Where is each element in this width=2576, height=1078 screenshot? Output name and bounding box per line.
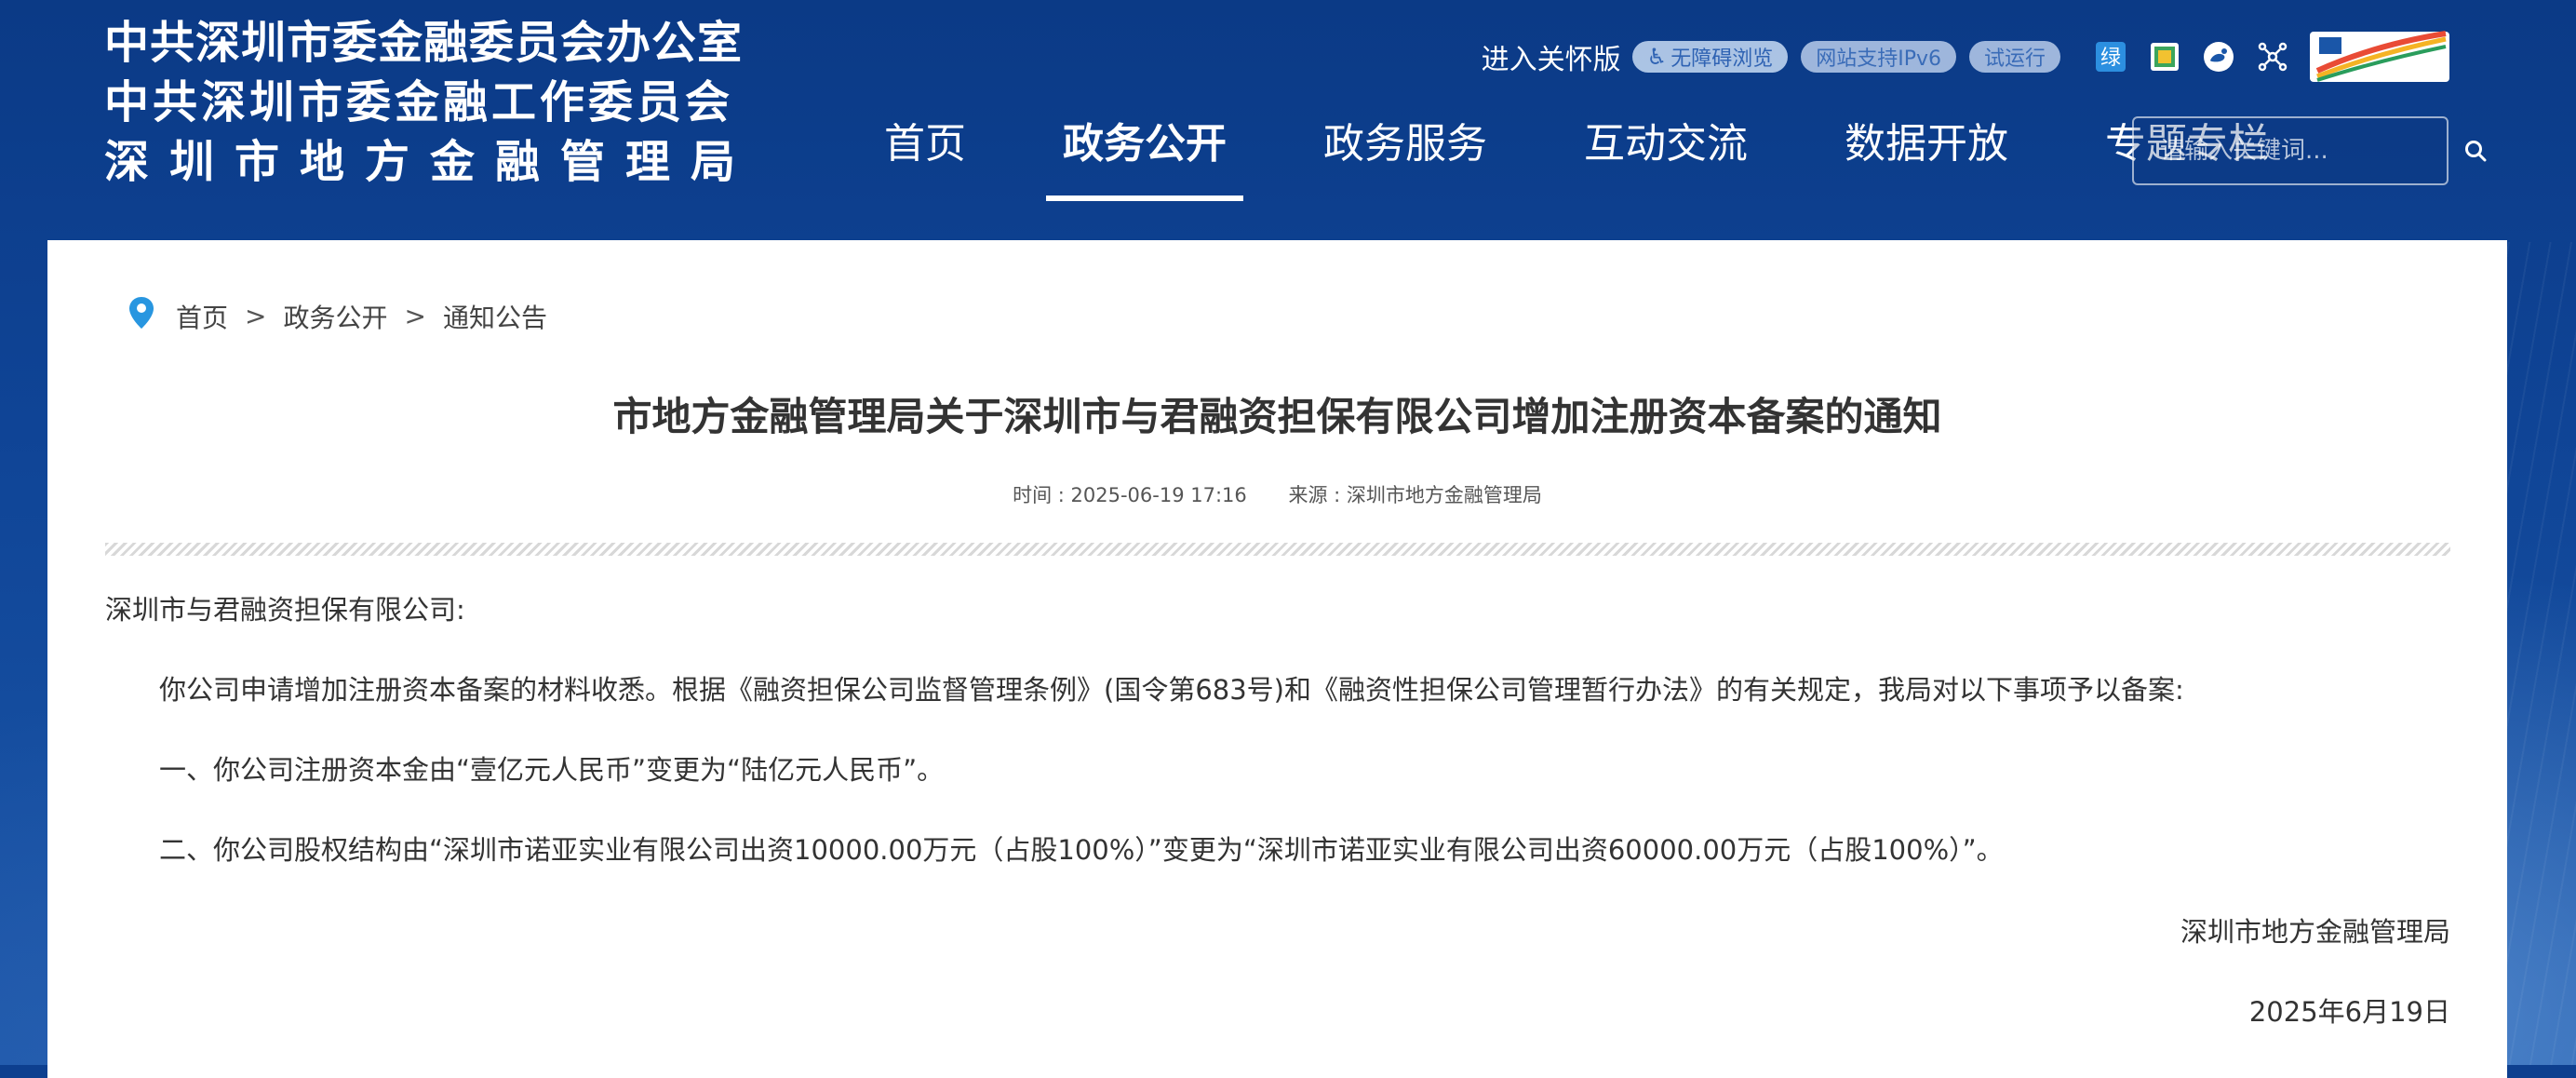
org-names: 中共深圳市委金融委员会办公室 中共深圳市委金融工作委员会 深圳市地方金融管理局 xyxy=(104,13,756,192)
nav-government-affairs[interactable]: 政务公开 xyxy=(1046,110,1243,201)
breadcrumb-separator: > xyxy=(404,301,426,331)
publish-time: 时间 : 2025-06-19 17:16 xyxy=(1013,484,1247,506)
main-nav: 首页 政务公开 政务服务 互动交流 数据开放 专题专栏 xyxy=(870,110,2349,201)
search-box xyxy=(2132,116,2487,185)
trial-badge[interactable]: 试运行 xyxy=(1968,41,2060,73)
nav-open-data[interactable]: 数据开放 xyxy=(1828,110,2025,201)
paragraph: 二、你公司股权结构由“深圳市诺亚实业有限公司出资10000.00万元（占股100… xyxy=(159,834,2004,866)
article-meta: 时间 : 2025-06-19 17:16 来源 : 深圳市地方金融管理局 xyxy=(47,480,2507,508)
svg-text:绿: 绿 xyxy=(2100,47,2121,70)
article-title: 市地方金融管理局关于深圳市与君融资担保有限公司增加注册资本备案的通知 xyxy=(612,394,1942,439)
breadcrumb-notices[interactable]: 通知公告 xyxy=(443,298,547,335)
breadcrumb: 首页 > 政务公开 > 通知公告 xyxy=(127,296,547,336)
location-pin-icon xyxy=(127,296,155,336)
accessibility-label: 无障碍浏览 xyxy=(1670,47,1774,71)
breadcrumb-separator: > xyxy=(245,301,267,331)
top-toolbar: 进入关怀版 ♿ 无障碍浏览 网站支持IPv6 试运行 绿 xyxy=(1482,24,2449,89)
paragraph: 你公司申请增加注册资本备案的材料收悉。根据《融资担保公司监督管理条例》(国令第6… xyxy=(159,674,2184,706)
nav-home[interactable]: 首页 xyxy=(870,110,983,201)
org-name-3: 深圳市地方金融管理局 xyxy=(104,136,757,188)
accessibility-button[interactable]: ♿ 无障碍浏览 xyxy=(1631,41,1789,73)
search-button[interactable] xyxy=(2463,139,2488,163)
salutation: 深圳市与君融资担保有限公司: xyxy=(105,594,465,626)
ipv6-badge[interactable]: 网站支持IPv6 xyxy=(1801,41,1956,73)
wheelchair-icon: ♿ xyxy=(1646,44,1668,70)
nav-interaction[interactable]: 互动交流 xyxy=(1567,110,1764,201)
paragraph: 一、你公司注册资本金由“壹亿元人民币”变更为“陆亿元人民币”。 xyxy=(159,754,945,786)
breadcrumb-government-affairs[interactable]: 政务公开 xyxy=(283,298,387,335)
org-name-2: 中共深圳市委金融工作委员会 xyxy=(104,76,734,128)
mini-program-icon[interactable] xyxy=(2148,40,2181,74)
search-input[interactable] xyxy=(2134,136,2463,166)
article-source: 来源 : 深圳市地方金融管理局 xyxy=(1288,484,1542,506)
hatched-divider xyxy=(105,543,2450,556)
network-share-icon[interactable] xyxy=(2256,40,2289,74)
breadcrumb-home[interactable]: 首页 xyxy=(176,298,228,335)
article-card: 首页 > 政务公开 > 通知公告 市地方金融管理局关于深圳市与君融资担保有限公司… xyxy=(47,240,2507,1078)
nav-services[interactable]: 政务服务 xyxy=(1307,110,1504,201)
green-channel-icon[interactable]: 绿 xyxy=(2094,40,2127,74)
weibo-icon[interactable] xyxy=(2202,40,2235,74)
signature: 深圳市地方金融管理局 xyxy=(2180,916,2450,948)
org-name-1: 中共深圳市委金融委员会办公室 xyxy=(104,17,744,69)
signature-date: 2025年6月19日 xyxy=(2248,996,2450,1028)
care-mode-link[interactable]: 进入关怀版 xyxy=(1482,36,1621,77)
search-icon xyxy=(2465,141,2487,162)
shenzhen-china-logo[interactable] xyxy=(2310,26,2449,88)
